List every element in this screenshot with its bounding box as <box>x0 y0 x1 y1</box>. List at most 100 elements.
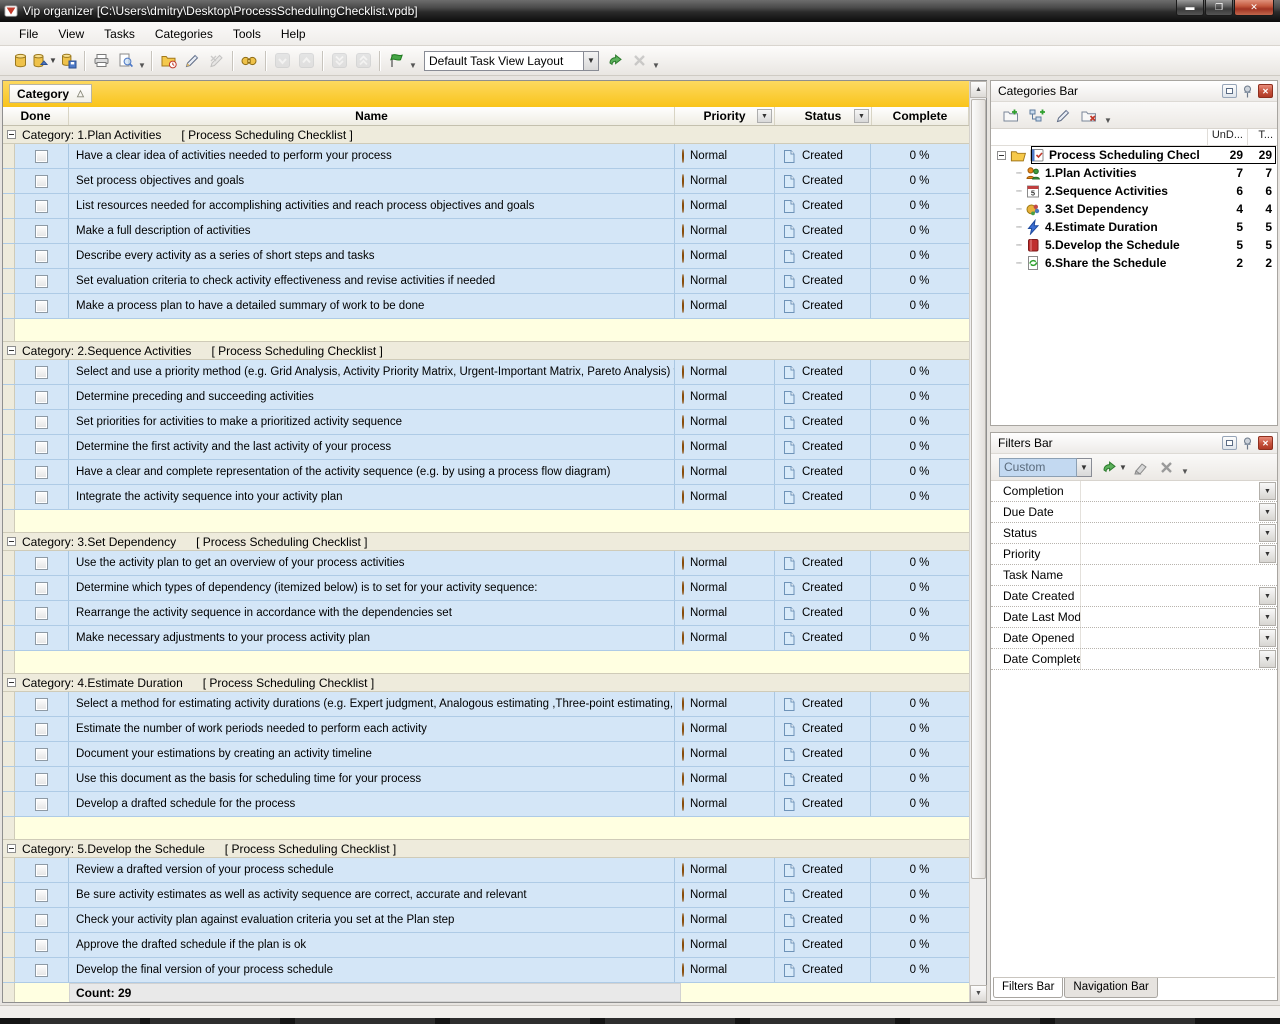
table-row[interactable]: Rearrange the activity sequence in accor… <box>3 601 969 626</box>
column-header-complete[interactable]: Complete <box>872 107 969 125</box>
table-row[interactable]: Select a method for estimating activity … <box>3 692 969 717</box>
done-checkbox[interactable] <box>35 582 48 595</box>
collapse-icon[interactable] <box>7 130 16 139</box>
toolbar-overflow-icon[interactable]: ▼ <box>1180 467 1190 479</box>
table-row[interactable]: Select and use a priority method (e.g. G… <box>3 360 969 385</box>
menu-item-view[interactable]: View <box>49 24 93 44</box>
tree-item[interactable]: ┈5.Develop the Schedule55 <box>991 236 1277 254</box>
done-checkbox[interactable] <box>35 225 48 238</box>
done-checkbox[interactable] <box>35 748 48 761</box>
group-header-row[interactable]: Category: 2.Sequence Activities[ Process… <box>3 342 969 360</box>
save-database-button[interactable] <box>56 49 80 73</box>
erase-filter-button[interactable] <box>1128 455 1152 479</box>
toolbar-overflow-icon[interactable]: ▼ <box>137 61 147 73</box>
toolbar-overflow-icon[interactable]: ▼ <box>408 61 418 73</box>
table-row[interactable]: Check your activity plan against evaluat… <box>3 908 969 933</box>
filter-value-field[interactable] <box>1081 607 1277 627</box>
done-checkbox[interactable] <box>35 557 48 570</box>
table-row[interactable]: Estimate the number of work periods need… <box>3 717 969 742</box>
notifications-button[interactable] <box>384 49 408 73</box>
table-row[interactable]: Use this document as the basis for sched… <box>3 767 969 792</box>
done-checkbox[interactable] <box>35 175 48 188</box>
tab-navigation-bar[interactable]: Navigation Bar <box>1064 978 1157 998</box>
table-row[interactable]: Have a clear and complete representation… <box>3 460 969 485</box>
done-checkbox[interactable] <box>35 773 48 786</box>
table-row[interactable]: Make a process plan to have a detailed s… <box>3 294 969 319</box>
filter-dropdown-icon[interactable]: ▼ <box>1259 482 1276 500</box>
table-row[interactable]: Make necessary adjustments to your proce… <box>3 626 969 651</box>
table-row[interactable]: Develop a drafted schedule for the proce… <box>3 792 969 817</box>
tree-collapse-icon[interactable] <box>997 151 1006 160</box>
table-row[interactable]: Determine the first activity and the las… <box>3 435 969 460</box>
table-row[interactable]: Document your estimations by creating an… <box>3 742 969 767</box>
tree-item[interactable]: ┈3.Set Dependency44 <box>991 200 1277 218</box>
done-checkbox[interactable] <box>35 798 48 811</box>
scrollbar-thumb[interactable] <box>971 99 986 879</box>
tree-item[interactable]: ┈6.Share the Schedule22 <box>991 254 1277 272</box>
filter-dropdown-icon[interactable]: ▼ <box>1259 503 1276 521</box>
new-database-button[interactable] <box>8 49 32 73</box>
layout-combo[interactable]: Default Task View Layout ▼ <box>424 51 599 71</box>
tab-filters-bar[interactable]: Filters Bar <box>993 978 1063 998</box>
tree-root-item[interactable]: Process Scheduling Checklist2929 <box>991 146 1277 164</box>
tree-item[interactable]: ┈52.Sequence Activities66 <box>991 182 1277 200</box>
find-button[interactable] <box>237 49 261 73</box>
filter-dropdown-icon[interactable]: ▼ <box>1259 608 1276 626</box>
filter-value-field[interactable] <box>1081 502 1277 522</box>
done-checkbox[interactable] <box>35 889 48 902</box>
filter-value-field[interactable] <box>1081 628 1277 648</box>
column-header-name[interactable]: Name <box>69 107 675 125</box>
table-row[interactable]: Approve the drafted schedule if the plan… <box>3 933 969 958</box>
table-row[interactable]: Determine which types of dependency (ite… <box>3 576 969 601</box>
filter-value-field[interactable] <box>1081 544 1277 564</box>
done-checkbox[interactable] <box>35 366 48 379</box>
new-task-button[interactable] <box>156 49 180 73</box>
done-checkbox[interactable] <box>35 864 48 877</box>
restore-button[interactable]: ❐ <box>1205 0 1233 16</box>
menu-item-categories[interactable]: Categories <box>146 24 222 44</box>
panel-minimize-icon[interactable] <box>1222 436 1237 450</box>
table-row[interactable]: Use the activity plan to get an overview… <box>3 551 969 576</box>
done-checkbox[interactable] <box>35 491 48 504</box>
done-checkbox[interactable] <box>35 466 48 479</box>
toolbar-overflow-icon[interactable]: ▼ <box>1103 116 1113 128</box>
done-checkbox[interactable] <box>35 607 48 620</box>
print-preview-button[interactable] <box>113 49 137 73</box>
menu-item-help[interactable]: Help <box>272 24 315 44</box>
filter-preset-value[interactable]: Custom <box>999 458 1077 477</box>
column-header-done[interactable]: Done <box>3 107 69 125</box>
column-header-status[interactable]: Status▼ <box>775 107 872 125</box>
done-checkbox[interactable] <box>35 275 48 288</box>
table-row[interactable]: Have a clear idea of activities needed t… <box>3 144 969 169</box>
collapse-icon[interactable] <box>7 346 16 355</box>
table-row[interactable]: Develop the final version of your proces… <box>3 958 969 983</box>
done-checkbox[interactable] <box>35 150 48 163</box>
filter-dropdown-icon[interactable]: ▼ <box>1259 524 1276 542</box>
done-checkbox[interactable] <box>35 200 48 213</box>
group-by-category-button[interactable]: Category △ <box>9 84 92 103</box>
done-checkbox[interactable] <box>35 300 48 313</box>
scroll-up-icon[interactable]: ▲ <box>970 81 987 98</box>
print-button[interactable] <box>89 49 113 73</box>
table-row[interactable]: Set process objectives and goalsNormalCr… <box>3 169 969 194</box>
filter-value-field[interactable] <box>1081 649 1277 669</box>
vertical-scrollbar[interactable]: ▲ ▼ <box>969 81 986 1002</box>
new-subcategory-button[interactable] <box>1025 103 1049 127</box>
panel-pin-icon[interactable] <box>1240 84 1255 98</box>
tree-item[interactable]: ┈1.Plan Activities77 <box>991 164 1277 182</box>
panel-close-icon[interactable]: ✕ <box>1258 436 1273 450</box>
collapse-icon[interactable] <box>7 537 16 546</box>
filter-value-field[interactable] <box>1081 586 1277 606</box>
panel-close-icon[interactable]: ✕ <box>1258 84 1273 98</box>
done-checkbox[interactable] <box>35 914 48 927</box>
open-database-button[interactable]: ▼ <box>32 49 56 73</box>
panel-minimize-icon[interactable] <box>1222 84 1237 98</box>
layout-combo-value[interactable]: Default Task View Layout <box>424 51 584 71</box>
done-checkbox[interactable] <box>35 964 48 977</box>
table-row[interactable]: Make a full description of activitiesNor… <box>3 219 969 244</box>
column-filter-icon[interactable]: ▼ <box>757 109 772 123</box>
delete-filter-button[interactable] <box>1154 455 1178 479</box>
minimize-button[interactable]: ▬ <box>1176 0 1204 16</box>
done-checkbox[interactable] <box>35 441 48 454</box>
column-filter-icon[interactable]: ▼ <box>854 109 869 123</box>
